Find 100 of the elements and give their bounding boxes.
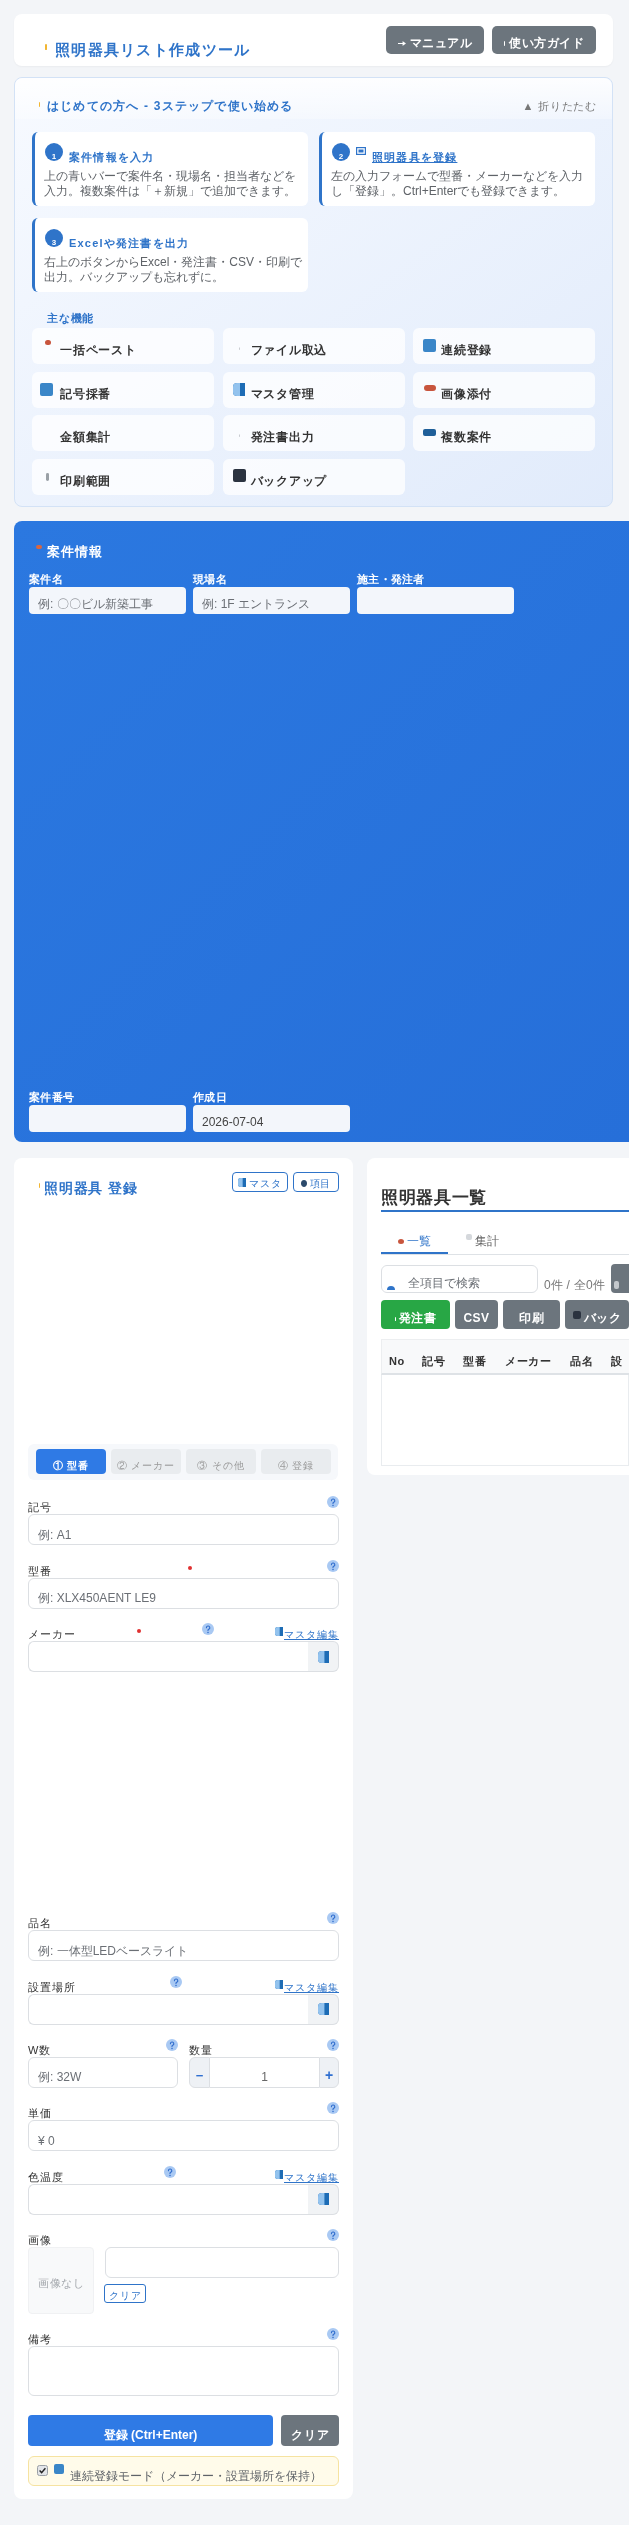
step-tab[interactable]: ① 型番 (36, 1449, 106, 1474)
master-edit-link[interactable]: マスタ編集 (275, 2169, 339, 2184)
file-field[interactable] (105, 2246, 339, 2278)
field-label: 型番 (28, 1563, 52, 1578)
help-icon (327, 1559, 339, 1572)
book-icon (275, 2169, 283, 2179)
book-icon (238, 1178, 247, 1187)
list-tab[interactable]: 一覧 (381, 1224, 448, 1254)
feature-label: ファイル取込 (250, 343, 328, 358)
text-field[interactable]: 例: 1F エントランス (193, 587, 350, 614)
field-label: 案件名 (29, 573, 64, 585)
arrow-icon (397, 40, 406, 46)
list-title: 照明器具一覧 (381, 1187, 489, 1209)
features-title: 主な機能 (47, 312, 96, 325)
tile-icon (572, 1311, 581, 1319)
help-icon (327, 2327, 339, 2340)
field-label: 記号 (28, 1500, 52, 1514)
feature-label: 複数案件 (441, 430, 493, 446)
feature-label: 一括ペースト (60, 343, 137, 358)
column-header: メーカー (504, 1355, 553, 1368)
master-edit-link[interactable]: マスタ編集 (275, 1979, 339, 1994)
step-tab[interactable]: ③ その他 (186, 1449, 256, 1474)
field-label: 現場名 (193, 573, 228, 585)
register-title: 照明器具 登録 (44, 1181, 138, 1196)
register-button[interactable]: 登録 (Ctrl+Enter) (28, 2414, 273, 2446)
text-field[interactable]: 例: 一体型LEDベースライト (28, 1930, 339, 1961)
field-label: 設置場所 (28, 1979, 76, 1994)
field-label: 数量 (189, 2042, 213, 2057)
mark-icon (46, 473, 49, 482)
text-field[interactable]: 2026-07-04 (193, 1105, 350, 1132)
feature-label: マスタ管理 (250, 386, 315, 402)
feature-label: 発注書出力 (250, 430, 315, 446)
feature-label: 印刷範囲 (60, 474, 112, 490)
textarea-field[interactable] (28, 2345, 339, 2396)
tile-icon (232, 469, 246, 483)
search-field[interactable]: 全項目で検索 (381, 1265, 538, 1293)
feature-label: バックアップ (250, 474, 328, 490)
step-tab[interactable]: ④ 登録 (261, 1449, 331, 1474)
minus-button[interactable]: − (189, 2056, 210, 2088)
feature-label: 連続登録 (441, 343, 493, 358)
text-field[interactable]: 例: 〇〇ビル新築工事 (29, 587, 186, 614)
step-number: 3 (45, 229, 63, 247)
feature-label: 金額集計 (60, 430, 112, 446)
text-field[interactable] (357, 587, 514, 614)
master-button[interactable]: マスタ (232, 1172, 288, 1192)
search-icon (387, 1286, 395, 1290)
field-label: 作成日 (193, 1091, 228, 1103)
book-icon (232, 382, 245, 396)
field-label: 品名 (28, 1916, 52, 1930)
step-tab[interactable]: ② メーカー (111, 1449, 181, 1474)
step-title: 案件情報を入力 (69, 151, 155, 164)
clear-button[interactable]: クリア (281, 2414, 339, 2446)
field-label: 案件番号 (29, 1091, 76, 1103)
book-icon (275, 1979, 283, 1989)
feature-label: 記号採番 (60, 386, 112, 402)
pin-icon (300, 1180, 307, 1187)
field-label: 施主・発注者 (357, 573, 426, 585)
number-field[interactable]: 1 (210, 2056, 319, 2088)
checkbox[interactable] (37, 2464, 48, 2476)
list-action-button[interactable]: CSV (455, 1300, 498, 1329)
project-title: 案件情報 (47, 544, 103, 559)
master-edit-link[interactable]: マスタ編集 (275, 1627, 339, 1641)
help-icon (202, 1623, 214, 1635)
clear-image-button[interactable]: クリア (104, 2283, 146, 2303)
list-action-button[interactable]: 印刷 (503, 1300, 560, 1329)
help-icon (327, 1912, 339, 1924)
plus-button[interactable]: + (319, 2056, 339, 2088)
text-field[interactable] (29, 1105, 186, 1132)
column-header: 品名 (569, 1355, 595, 1368)
step-description: 上の青いバーで案件名・現場名・担当者などを入力。複数案件は「＋新規」で追加できます。 (44, 169, 297, 199)
field-label: 色温度 (28, 2169, 64, 2184)
column-header: No (388, 1355, 406, 1368)
columns-button[interactable]: 項目 (293, 1172, 339, 1192)
list-action-button[interactable]: バック (565, 1300, 629, 1329)
field-label: 備考 (28, 2331, 52, 2346)
app-title: 照明器具リスト作成ツール (55, 41, 251, 59)
field-label: W数 (28, 2042, 52, 2057)
text-field[interactable]: 例: XLX450AENT LE9 (28, 1577, 339, 1609)
guide-button[interactable]: 使い方ガイド (492, 26, 596, 54)
collapse-button[interactable]: ▲ 折りたたむ (522, 100, 597, 113)
list-action-button[interactable]: 発注書 (381, 1300, 450, 1329)
guide-title: はじめての方へ - 3ステップで使い始める (47, 99, 294, 113)
step-title: 照明器具を登録 (372, 151, 458, 164)
tile-icon (613, 1280, 619, 1289)
step-number: 2 (332, 143, 350, 161)
field-label: メーカー (28, 1627, 76, 1641)
help-icon (327, 1496, 339, 1508)
text-field[interactable]: 例: A1 (28, 1514, 339, 1545)
manual-button[interactable]: マニュアル (385, 26, 484, 54)
step-title: Excelや発注書を出力 (69, 237, 190, 250)
text-field[interactable]: ¥ 0 (28, 2120, 339, 2151)
tag-icon (36, 545, 42, 549)
icon-button[interactable] (610, 1264, 629, 1293)
text-field[interactable]: 例: 32W (28, 2056, 178, 2088)
help-icon (327, 2038, 339, 2051)
tile-icon (423, 339, 436, 352)
tile-icon (40, 382, 53, 396)
help-icon (327, 2228, 339, 2241)
image-preview: 画像なし (28, 2246, 94, 2314)
list-tab[interactable]: 集計 (465, 1224, 500, 1254)
